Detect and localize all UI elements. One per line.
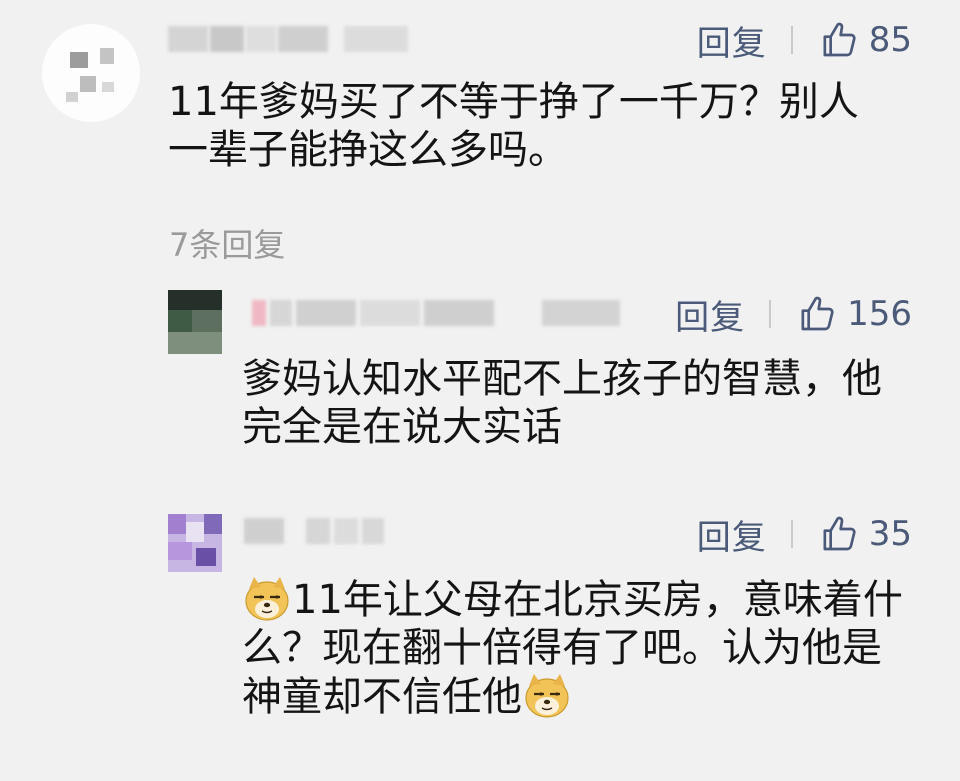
- comment-text-content: 11年让父母在北京买房，意味着什么？现在翻十倍得有了吧。认为他是神童却不信任他: [242, 577, 903, 720]
- doge-emoji-icon: [245, 577, 289, 621]
- avatar[interactable]: [168, 514, 222, 572]
- doge-emoji-icon: [525, 674, 569, 718]
- like-count: 85: [868, 20, 912, 60]
- comment-actions: 回复 156: [675, 290, 912, 339]
- username-blurred[interactable]: [252, 300, 632, 326]
- like-count: 35: [868, 514, 912, 554]
- view-replies-link[interactable]: 7条回复: [169, 220, 285, 266]
- username-blurred[interactable]: [244, 518, 394, 544]
- thumbs-up-icon: [823, 22, 856, 57]
- divider: [790, 520, 793, 548]
- like-count: 156: [847, 294, 912, 334]
- reply-button[interactable]: 回复: [697, 16, 767, 65]
- divider: [790, 26, 793, 54]
- thumbs-up-icon: [801, 296, 834, 331]
- avatar[interactable]: [42, 24, 140, 122]
- comment-text: 爹妈认知水平配不上孩子的智慧，他完全是在说大实话: [242, 356, 882, 450]
- reply-button[interactable]: 回复: [675, 290, 745, 339]
- comment-text: 11年让父母在北京买房，意味着什么？现在翻十倍得有了吧。认为他是神童却不信任他: [242, 575, 910, 721]
- like-button[interactable]: 35: [819, 514, 912, 554]
- thumbs-up-icon: [823, 516, 856, 551]
- comment-text: 11年爹妈买了不等于挣了一千万？别人一辈子能挣这么多吗。: [168, 79, 859, 173]
- like-button[interactable]: 85: [819, 20, 912, 60]
- comment-actions: 回复 35: [697, 510, 912, 559]
- avatar[interactable]: [168, 290, 222, 354]
- username-blurred[interactable]: [168, 26, 408, 52]
- divider: [769, 300, 772, 328]
- reply-button[interactable]: 回复: [697, 510, 767, 559]
- like-button[interactable]: 156: [797, 294, 912, 334]
- comment-actions: 回复 85: [697, 16, 912, 65]
